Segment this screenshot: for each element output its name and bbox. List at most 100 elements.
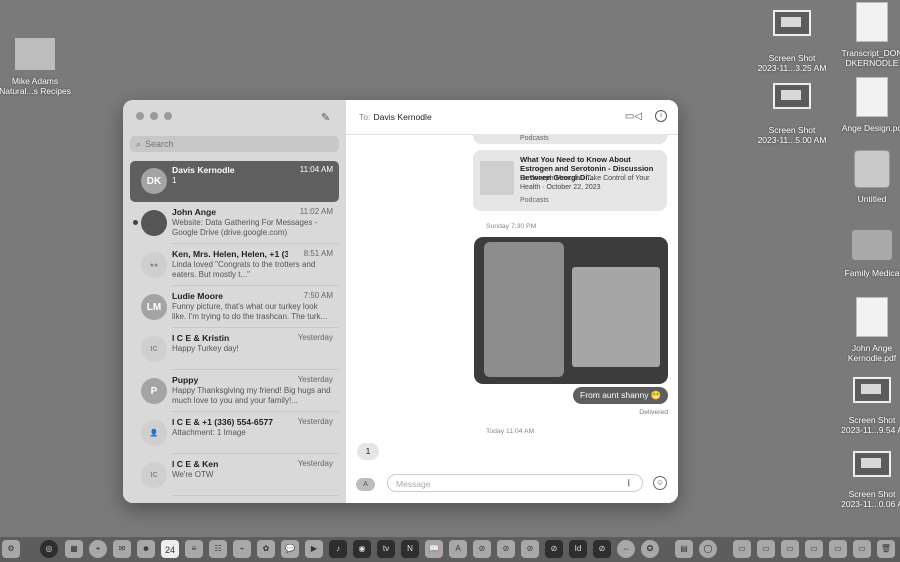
podcast-link-card[interactable]: What You Need to Know About Estrogen and… <box>473 150 667 211</box>
dock-app-icon[interactable]: ⚙ <box>2 540 20 558</box>
podcast-link-card-previous[interactable]: Podcasts <box>473 134 667 144</box>
conversation-sidebar: ✎ ⌕ Search DK Davis Kernodle 11:04 AM 1 … <box>123 100 346 503</box>
conversation-item[interactable]: P Puppy Yesterday Happy Thanksgiving my … <box>130 371 339 412</box>
recent-document-icon[interactable]: ▭ <box>757 540 775 558</box>
recent-document-icon[interactable]: ▭ <box>733 540 751 558</box>
screenshot-thumbnail <box>853 377 891 403</box>
search-placeholder: Search <box>145 139 174 149</box>
minimize-window-button[interactable] <box>150 112 158 120</box>
facetime-icon[interactable]: ▶ <box>305 540 323 558</box>
desktop-icon-label: Transcript_DON DKERNODLE <box>841 48 900 68</box>
recent-document-icon[interactable]: ▭ <box>829 540 847 558</box>
desktop-icon-transcript[interactable]: Transcript_DON DKERNODLE <box>829 2 900 68</box>
maps-icon[interactable]: ⌁ <box>233 540 251 558</box>
conversation-item[interactable]: 👤 I C E & +1 (336) 554-6577 Yesterday At… <box>130 413 339 454</box>
conversation-name: John Ange <box>172 207 217 217</box>
recent-document-icon[interactable]: ▭ <box>805 540 823 558</box>
close-window-button[interactable] <box>136 112 144 120</box>
compose-icon[interactable]: ✎ <box>321 111 330 124</box>
conversation-preview: 1 <box>172 176 177 185</box>
migration-icon[interactable]: ⇔ <box>617 540 635 558</box>
message-input[interactable]: Message <box>387 474 643 492</box>
notes-icon[interactable]: ≡ <box>185 540 203 558</box>
apps-button[interactable]: A <box>356 478 375 491</box>
message-placeholder: Message <box>396 479 431 489</box>
contacts-icon[interactable]: ☻ <box>137 540 155 558</box>
divider <box>172 327 339 328</box>
launchpad-icon[interactable]: ◎ <box>40 540 58 558</box>
conversation-item[interactable]: ●● Ken, Mrs. Helen, Helen, +1 (3... 8:51… <box>130 245 339 286</box>
calendar-icon[interactable]: 24 <box>161 540 179 558</box>
desktop-icon-label: John Ange Kernodle.pdf <box>847 343 897 363</box>
preview-icon[interactable]: ▤ <box>675 540 693 558</box>
desktop-icon-john-ange-pdf[interactable]: John Ange Kernodle.pdf <box>829 297 900 363</box>
info-icon[interactable]: i <box>655 110 667 122</box>
conversation-item[interactable]: DK Davis Kernodle 11:04 AM 1 <box>130 161 339 202</box>
video-call-icon[interactable]: ▭◁ <box>625 111 642 122</box>
accessibility-icon[interactable]: ✪ <box>641 540 659 558</box>
desktop-icon-ange-design[interactable]: Ange Design.pd <box>829 77 900 133</box>
safari-icon[interactable]: ⌖ <box>89 540 107 558</box>
divider <box>172 285 339 286</box>
desktop-icon-screenshot-3[interactable]: Screen Shot 2023-11...9.54 A <box>829 377 900 435</box>
photo-attachment[interactable] <box>474 237 668 384</box>
search-input[interactable]: ⌕ Search <box>130 136 339 152</box>
document-thumbnail <box>856 2 888 42</box>
desktop-icon-label: Ange Design.pd <box>841 123 900 133</box>
desktop-icon-screenshot-1[interactable]: Screen Shot 2023-11...3.25 AM <box>749 10 835 73</box>
conversation-item[interactable]: LM Ludie Moore 7:50 AM Funny picture, th… <box>130 287 339 328</box>
messages-icon[interactable]: 💬 <box>281 540 299 558</box>
launchpad-grid-icon[interactable]: ▦ <box>65 540 83 558</box>
recent-document-icon[interactable]: ▭ <box>781 540 799 558</box>
conversation-time: 11:02 AM <box>299 207 333 216</box>
recent-document-icon[interactable]: ▭ <box>853 540 871 558</box>
mail-icon[interactable]: ✉ <box>113 540 131 558</box>
outgoing-message-bubble[interactable]: From aunt shanny 😁 <box>573 387 669 404</box>
conversation-item[interactable]: IC I C E & Kristin Yesterday Happy Turke… <box>130 329 339 370</box>
desktop-icon-screenshot-4[interactable]: Screen Shot 2023-11...0.06 A <box>829 451 900 509</box>
news-icon[interactable]: N <box>401 540 419 558</box>
conversation-item[interactable]: IC I C E & Ken Yesterday We're OTW <box>130 455 339 496</box>
audio-message-icon[interactable]: 𝄃 <box>628 478 630 489</box>
blocked-app-icon[interactable]: ⊘ <box>521 540 539 558</box>
indesign-icon[interactable]: Id <box>569 540 587 558</box>
emoji-icon[interactable]: ☺ <box>653 476 667 490</box>
desktop-icon-family-medical-folder[interactable]: Family Medica <box>829 230 900 278</box>
divider <box>172 369 339 370</box>
group-avatar: ●● <box>141 252 167 278</box>
books-icon[interactable]: 📖 <box>425 540 443 558</box>
conversation-preview: Linda loved "Congrats to the trotters an… <box>172 260 316 279</box>
conversation-item[interactable]: John Ange 11:02 AM Website: Data Gatheri… <box>130 203 339 244</box>
desktop-icon-untitled-drive[interactable]: Untitled <box>829 150 900 204</box>
podcasts-icon[interactable]: ◉ <box>353 540 371 558</box>
desktop-icon-label: Screen Shot 2023-11...9.54 A <box>841 415 900 435</box>
screenshot-thumbnail <box>773 83 811 109</box>
dock: ⚙ ◎ ▦ ⌖ ✉ ☻ 24 ≡ ☷ ⌁ ✿ 💬 ▶ ♪ ◉ tv N 📖 A … <box>0 537 900 562</box>
desktop-icon-label: Screen Shot 2023-11...3.25 AM <box>757 53 827 73</box>
conversation-preview: Funny picture, that's what our turkey lo… <box>172 302 328 321</box>
incoming-message-bubble[interactable]: 1 <box>357 443 379 460</box>
conversation-name: Puppy <box>172 375 199 385</box>
group-avatar: IC <box>141 336 167 362</box>
desktop-icon-mike-adams[interactable]: Mike Adams Natural...s Recipes <box>0 38 78 96</box>
blocked-app-icon[interactable]: ⊘ <box>473 540 491 558</box>
conversation-name: Ludie Moore <box>172 291 224 301</box>
conversation-time: 11:04 AM <box>299 165 333 174</box>
music-icon[interactable]: ♪ <box>329 540 347 558</box>
photos-icon[interactable]: ✿ <box>257 540 275 558</box>
recipient-field[interactable]: To: Davis Kernodle <box>359 112 432 122</box>
blocked-app-icon[interactable]: ⊘ <box>593 540 611 558</box>
blocked-app-icon[interactable]: ⊘ <box>497 540 515 558</box>
desktop-icon-label: Untitled <box>857 194 887 204</box>
search-icon: ⌕ <box>136 138 142 149</box>
blocked-app-icon[interactable]: ⊘ <box>545 540 563 558</box>
reminders-icon[interactable]: ☷ <box>209 540 227 558</box>
apple-tv-icon[interactable]: tv <box>377 540 395 558</box>
trash-icon[interactable]: 🗑 <box>877 540 895 558</box>
photo-thumbnail <box>15 38 55 70</box>
app-store-icon[interactable]: A <box>449 540 467 558</box>
search-app-icon[interactable]: ◯ <box>699 540 717 558</box>
desktop-icon-screenshot-2[interactable]: Screen Shot 2023-11...5.00 AM <box>749 83 835 145</box>
zoom-window-button[interactable] <box>164 112 172 120</box>
avatar: P <box>141 378 167 404</box>
